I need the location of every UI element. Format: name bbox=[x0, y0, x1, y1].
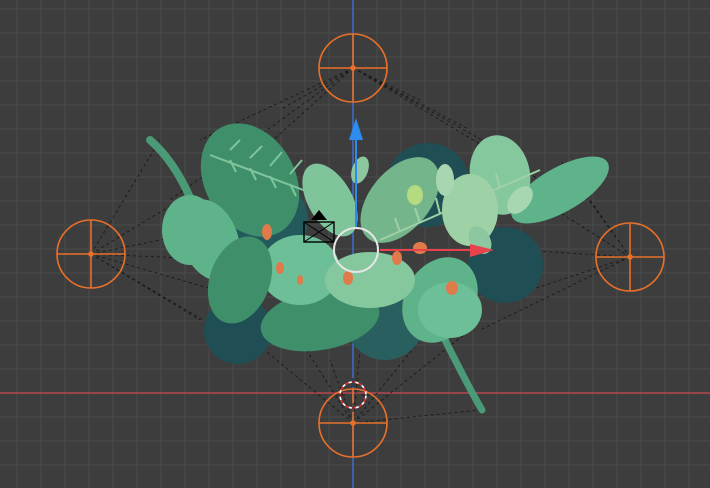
viewport-canvas[interactable] bbox=[0, 0, 710, 488]
plant-bouquet[interactable] bbox=[146, 106, 619, 414]
floor-grid bbox=[0, 0, 710, 488]
light-right[interactable] bbox=[595, 222, 665, 292]
light-bottom[interactable] bbox=[318, 388, 388, 458]
light-left[interactable] bbox=[56, 219, 126, 289]
3d-viewport[interactable] bbox=[0, 0, 710, 488]
light-top[interactable] bbox=[318, 33, 388, 103]
